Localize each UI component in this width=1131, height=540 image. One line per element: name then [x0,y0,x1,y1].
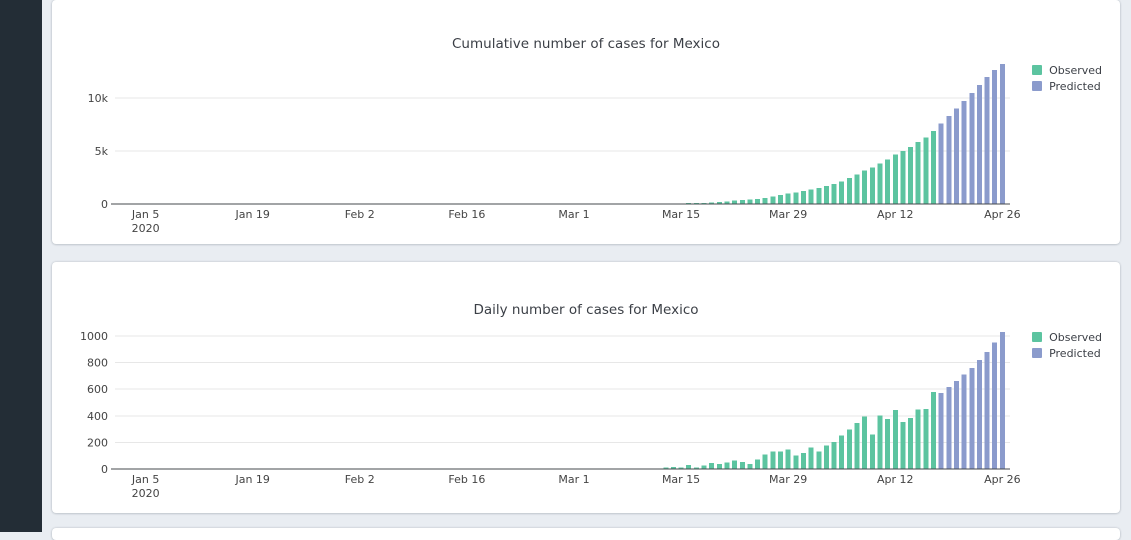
svg-text:Jan 5: Jan 5 [131,208,159,221]
svg-text:10k: 10k [88,92,109,105]
daily-chart-legend: Observed Predicted [1032,329,1102,361]
svg-text:Mar 29: Mar 29 [769,208,807,221]
observed-swatch [1032,65,1042,75]
svg-text:Mar 15: Mar 15 [662,208,700,221]
svg-text:Apr 12: Apr 12 [877,208,914,221]
svg-text:5k: 5k [95,145,109,158]
daily-chart-card: 0 200 400 600 800 1000 Jan 52020 Jan 19 Feb 2 Feb… [52,262,1120,513]
svg-text:Jan 19: Jan 19 [234,473,269,486]
legend-label-predicted: Predicted [1049,348,1101,359]
predicted-swatch [1032,348,1042,358]
legend-item-predicted[interactable]: Predicted [1032,78,1102,94]
legend-label-predicted: Predicted [1049,81,1101,92]
svg-text:2020: 2020 [132,222,160,235]
svg-text:Apr 26: Apr 26 [984,208,1021,221]
legend-item-predicted[interactable]: Predicted [1032,345,1102,361]
legend-item-observed[interactable]: Observed [1032,62,1102,78]
sidebar-nav [0,0,42,532]
svg-text:Mar 1: Mar 1 [558,473,589,486]
predicted-swatch [1032,81,1042,91]
svg-text:Mar 29: Mar 29 [769,473,807,486]
next-chart-card-edge [52,528,1120,540]
cumulative-chart-title: Cumulative number of cases for Mexico [52,36,1120,52]
svg-text:Feb 16: Feb 16 [448,473,485,486]
legend-item-observed[interactable]: Observed [1032,329,1102,345]
svg-text:600: 600 [87,383,108,396]
svg-text:Jan 19: Jan 19 [234,208,269,221]
svg-text:Mar 1: Mar 1 [558,208,589,221]
daily-cases-chart[interactable]: 0 200 400 600 800 1000 Jan 52020 Jan 19 Feb 2 Feb… [52,262,1120,513]
cumulative-chart-legend: Observed Predicted [1032,62,1102,94]
daily-chart-title: Daily number of cases for Mexico [52,302,1120,318]
svg-text:200: 200 [87,436,108,449]
svg-text:Feb 2: Feb 2 [345,208,375,221]
svg-text:Jan 5: Jan 5 [131,473,159,486]
svg-text:Mar 15: Mar 15 [662,473,700,486]
svg-text:2020: 2020 [132,487,160,500]
svg-text:0: 0 [101,198,108,211]
observed-swatch [1032,332,1042,342]
svg-text:Feb 2: Feb 2 [345,473,375,486]
cumulative-chart-card: 0 5k 10k Jan 52020 Jan 19 Feb 2 Feb 16 Mar 1 Mar… [52,0,1120,244]
svg-text:Apr 12: Apr 12 [877,473,914,486]
svg-text:Feb 16: Feb 16 [448,208,485,221]
svg-text:0: 0 [101,463,108,476]
svg-text:400: 400 [87,410,108,423]
legend-label-observed: Observed [1049,332,1102,343]
svg-text:Apr 26: Apr 26 [984,473,1021,486]
svg-text:1000: 1000 [80,330,108,343]
svg-text:800: 800 [87,357,108,370]
legend-label-observed: Observed [1049,65,1102,76]
